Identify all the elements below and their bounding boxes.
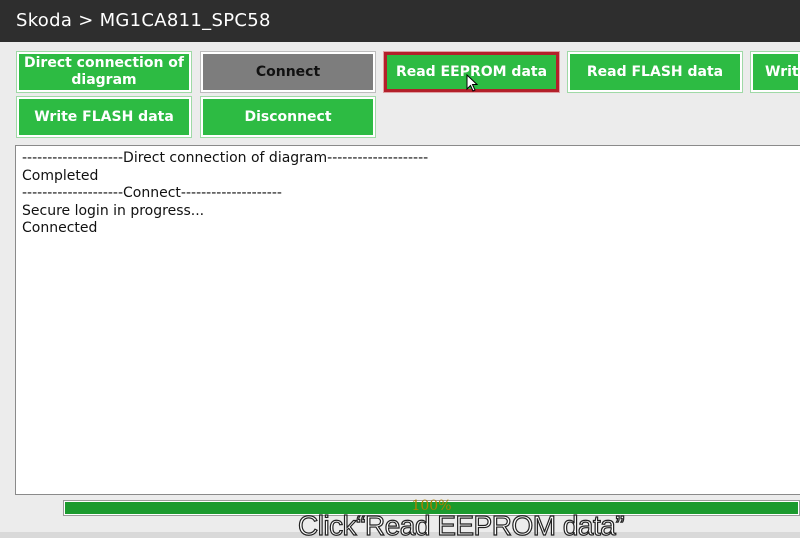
log-line: Completed <box>22 167 99 184</box>
log-line: Connected <box>22 220 98 236</box>
read-flash-button[interactable]: Read FLASH data <box>567 51 743 93</box>
write-button[interactable]: Write <box>750 51 800 93</box>
log-line: --------------------Direct connection of… <box>22 150 429 166</box>
log-output[interactable]: --------------------Direct connection of… <box>15 145 800 495</box>
window-title: Skoda > MG1CA811_SPC58 <box>0 0 800 42</box>
log-line: --------------------Connect-------------… <box>22 185 282 201</box>
direct-connection-button[interactable]: Direct connection of diagram <box>16 51 192 93</box>
write-flash-button[interactable]: Write FLASH data <box>16 96 192 138</box>
connect-button[interactable]: Connect <box>200 51 376 93</box>
log-line: Secure login in progress... <box>22 202 205 219</box>
mouse-pointer-icon <box>466 74 478 92</box>
disconnect-button[interactable]: Disconnect <box>200 96 376 138</box>
caption-overlay: Click“Read EEPROM data” <box>297 509 625 538</box>
